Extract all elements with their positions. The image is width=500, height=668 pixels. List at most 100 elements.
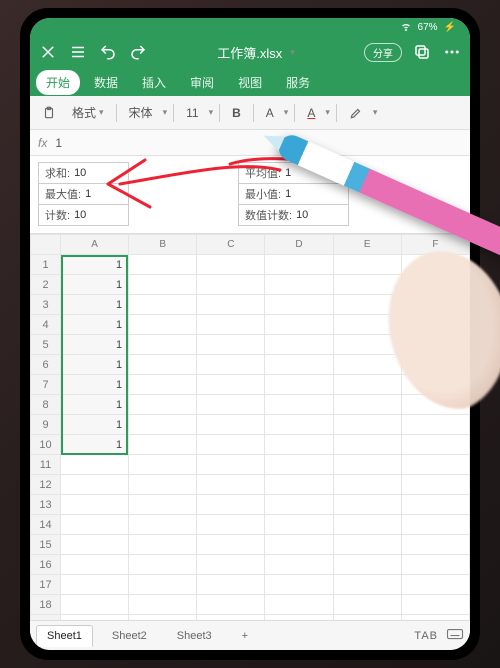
cell[interactable]: [197, 575, 265, 595]
font-color-button[interactable]: A: [301, 102, 321, 124]
row-header[interactable]: 2: [31, 275, 61, 295]
cell[interactable]: [197, 495, 265, 515]
cell[interactable]: [129, 555, 197, 575]
cell[interactable]: [129, 515, 197, 535]
redo-icon[interactable]: [128, 42, 148, 62]
cell[interactable]: [61, 555, 129, 575]
cell[interactable]: [265, 335, 333, 355]
highlight-button[interactable]: [343, 102, 369, 124]
cell[interactable]: [265, 275, 333, 295]
format-button[interactable]: 格式 ▾: [66, 100, 110, 125]
cell[interactable]: [333, 555, 401, 575]
row-header[interactable]: 18: [31, 595, 61, 615]
col-header[interactable]: E: [333, 235, 401, 255]
cell[interactable]: [265, 315, 333, 335]
row-header[interactable]: 3: [31, 295, 61, 315]
menu-icon[interactable]: [68, 42, 88, 62]
cell[interactable]: [265, 495, 333, 515]
tab-key-label[interactable]: TAB: [414, 630, 438, 642]
cell[interactable]: [197, 615, 265, 621]
cell[interactable]: [197, 515, 265, 535]
col-header[interactable]: B: [129, 235, 197, 255]
cell[interactable]: 1: [61, 415, 129, 435]
copy-icon[interactable]: [412, 42, 432, 62]
cell[interactable]: [129, 575, 197, 595]
cell[interactable]: [401, 575, 469, 595]
cell[interactable]: [61, 515, 129, 535]
cell[interactable]: 1: [61, 375, 129, 395]
cell[interactable]: [265, 535, 333, 555]
row-header[interactable]: 11: [31, 455, 61, 475]
cell[interactable]: [129, 615, 197, 621]
cell[interactable]: [197, 335, 265, 355]
cell[interactable]: [61, 595, 129, 615]
cell[interactable]: [197, 355, 265, 375]
cell[interactable]: [333, 475, 401, 495]
close-icon[interactable]: [38, 42, 58, 62]
row-header[interactable]: 12: [31, 475, 61, 495]
formula-bar[interactable]: fx 1: [30, 130, 470, 156]
font-size[interactable]: 11: [180, 102, 204, 124]
cell[interactable]: [61, 495, 129, 515]
cell[interactable]: [333, 595, 401, 615]
filename-caret-icon[interactable]: ▾: [290, 47, 295, 58]
sheet-tab-2[interactable]: Sheet2: [101, 625, 158, 647]
cell[interactable]: [129, 395, 197, 415]
corner-cell[interactable]: [31, 235, 61, 255]
cell[interactable]: [129, 535, 197, 555]
cell[interactable]: [197, 275, 265, 295]
cell[interactable]: [333, 515, 401, 535]
cell[interactable]: [333, 575, 401, 595]
cell[interactable]: [197, 255, 265, 275]
cell[interactable]: [197, 475, 265, 495]
bold-button[interactable]: B: [226, 102, 247, 124]
cell[interactable]: [129, 315, 197, 335]
cell[interactable]: [197, 295, 265, 315]
cell[interactable]: [333, 415, 401, 435]
cell[interactable]: [401, 515, 469, 535]
col-header[interactable]: D: [265, 235, 333, 255]
row-header[interactable]: 15: [31, 535, 61, 555]
cell[interactable]: [265, 355, 333, 375]
cell[interactable]: [401, 435, 469, 455]
cell[interactable]: [401, 455, 469, 475]
row-header[interactable]: 19: [31, 615, 61, 621]
cell[interactable]: 1: [61, 315, 129, 335]
sheet-tab-1[interactable]: Sheet1: [36, 625, 93, 647]
cell[interactable]: [333, 535, 401, 555]
more-icon[interactable]: [442, 42, 462, 62]
cell[interactable]: [265, 395, 333, 415]
cell[interactable]: 1: [61, 255, 129, 275]
cell[interactable]: [61, 455, 129, 475]
cell[interactable]: [197, 315, 265, 335]
cell[interactable]: [333, 255, 401, 275]
cell[interactable]: [401, 415, 469, 435]
col-header[interactable]: A: [61, 235, 129, 255]
row-header[interactable]: 1: [31, 255, 61, 275]
cell[interactable]: [61, 475, 129, 495]
cell[interactable]: [401, 495, 469, 515]
cell[interactable]: [265, 475, 333, 495]
cell[interactable]: [129, 475, 197, 495]
tab-review[interactable]: 审阅: [180, 70, 224, 95]
cell[interactable]: [333, 455, 401, 475]
cell[interactable]: [265, 295, 333, 315]
cell[interactable]: [265, 255, 333, 275]
row-header[interactable]: 17: [31, 575, 61, 595]
font-size-a-button[interactable]: A: [260, 102, 280, 124]
tab-service[interactable]: 服务: [276, 70, 320, 95]
cell[interactable]: [265, 455, 333, 475]
cell[interactable]: [265, 595, 333, 615]
cell[interactable]: [401, 535, 469, 555]
row-header[interactable]: 6: [31, 355, 61, 375]
cell[interactable]: [197, 375, 265, 395]
cell[interactable]: [265, 575, 333, 595]
tab-view[interactable]: 视图: [228, 70, 272, 95]
cell[interactable]: [129, 415, 197, 435]
cell[interactable]: [129, 295, 197, 315]
cell[interactable]: [333, 355, 401, 375]
cell[interactable]: [265, 615, 333, 621]
keyboard-icon[interactable]: [446, 625, 464, 646]
cell[interactable]: [265, 415, 333, 435]
add-sheet-button[interactable]: +: [231, 625, 259, 647]
